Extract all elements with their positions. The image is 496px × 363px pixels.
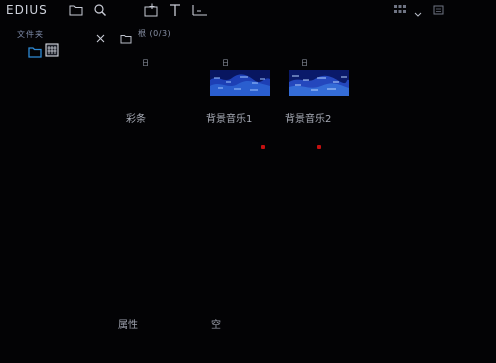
clip-item[interactable]: 日 背景音乐2 [285,58,351,128]
close-icon[interactable] [96,28,105,43]
clip-label: 背景音乐1 [206,114,253,125]
bin-path-label: 根 (0/3) [138,29,172,38]
folder-icon [28,43,42,62]
tree-item-root[interactable] [28,42,68,58]
clip-marker [317,145,321,149]
clip-item[interactable]: 日 彩条 [118,58,178,128]
clip-type-mark: 日 [301,59,308,67]
empty-label: 空 [211,320,221,331]
folder-pane: 文件夹 [0,24,112,363]
clip-thumbnail [289,70,349,96]
app-logo: EDIUS [6,3,48,17]
folder-icon [120,29,132,48]
folder-open-icon[interactable] [68,2,84,18]
clip-marker [261,145,265,149]
clip-label: 彩条 [126,114,146,125]
chevron-down-icon[interactable] [413,2,423,18]
grid-view-icon[interactable] [392,2,408,18]
bin-window: EDIUS 文件夹 根 (0/3) 日 彩条 日 背景音乐1 日 背景音乐2 属… [0,0,496,363]
folder-pane-title: 文件夹 [17,30,44,39]
properties-label: 属性 [118,320,138,331]
bin-icon [45,42,59,61]
settings-icon[interactable] [431,2,447,18]
add-clip-icon[interactable] [143,2,159,18]
text-icon[interactable] [167,2,183,18]
clip-thumbnail [210,70,270,96]
timeline-icon[interactable] [191,2,207,18]
clip-type-mark: 日 [142,59,149,67]
clip-item[interactable]: 日 背景音乐1 [206,58,272,128]
clip-type-mark: 日 [222,59,229,67]
toolbar: EDIUS [0,0,496,22]
clip-label: 背景音乐2 [285,114,332,125]
search-icon[interactable] [92,2,108,18]
